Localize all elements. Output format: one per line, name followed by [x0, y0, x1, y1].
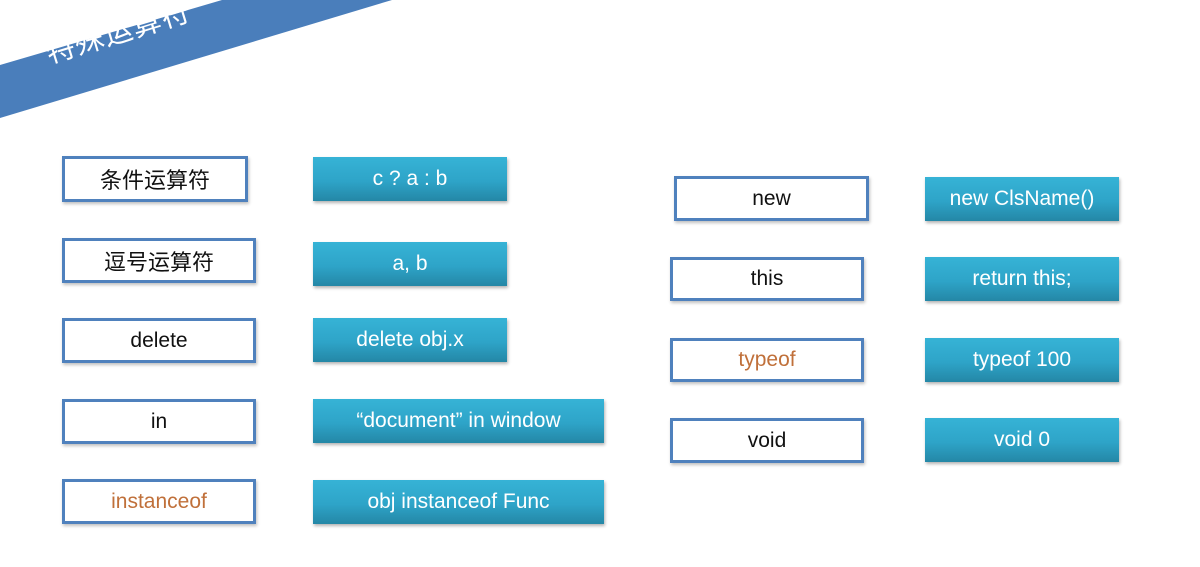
keyword-box-void: void [670, 418, 864, 463]
keyword-box-conditional: 条件运算符 [62, 156, 248, 202]
example-box-delete: delete obj.x [313, 318, 507, 362]
example-box-typeof: typeof 100 [925, 338, 1119, 382]
keyword-box-delete: delete [62, 318, 256, 363]
keyword-box-comma: 逗号运算符 [62, 238, 256, 283]
keyword-box-this: this [670, 257, 864, 301]
example-box-comma: a, b [313, 242, 507, 286]
example-box-in: “document” in window [313, 399, 604, 443]
keyword-box-in: in [62, 399, 256, 444]
keyword-box-new: new [674, 176, 869, 221]
keyword-box-typeof: typeof [670, 338, 864, 382]
example-box-instanceof: obj instanceof Func [313, 480, 604, 524]
keyword-box-instanceof: instanceof [62, 479, 256, 524]
example-box-this: return this; [925, 257, 1119, 301]
example-box-new: new ClsName() [925, 177, 1119, 221]
example-box-void: void 0 [925, 418, 1119, 462]
example-box-conditional: c ? a : b [313, 157, 507, 201]
